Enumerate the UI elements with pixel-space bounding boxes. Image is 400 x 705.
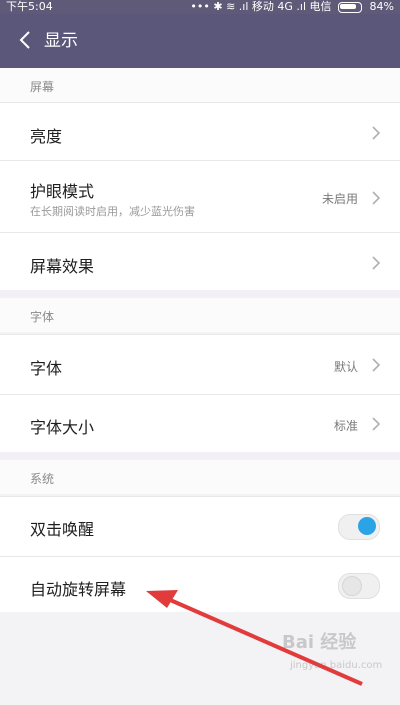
row-label: 自动旋转屏幕 bbox=[30, 580, 127, 599]
row-font-size[interactable]: 字体大小 标准 bbox=[0, 394, 400, 453]
row-value: 默认 bbox=[333, 360, 358, 374]
watermark: Bai 经验 jingyan.baidu.com bbox=[282, 628, 382, 688]
row-label: 亮度 bbox=[30, 127, 63, 146]
row-value: 标准 bbox=[333, 419, 358, 433]
auto-rotate-toggle[interactable] bbox=[338, 573, 380, 599]
battery-icon bbox=[337, 1, 362, 13]
chevron-right-icon bbox=[372, 417, 381, 431]
double-tap-wake-toggle[interactable] bbox=[338, 514, 380, 540]
row-label: 字体大小 bbox=[30, 418, 95, 437]
battery-level: 84% bbox=[369, 0, 394, 13]
app-header: 显示 bbox=[0, 14, 400, 68]
chevron-right-icon bbox=[372, 358, 381, 372]
back-icon[interactable] bbox=[14, 28, 38, 52]
row-eye-care[interactable]: 护眼模式 在长期阅读时启用，减少蓝光伤害 未启用 bbox=[0, 160, 400, 233]
section-gap bbox=[0, 452, 400, 460]
row-label: 护眼模式 bbox=[30, 182, 95, 201]
row-value: 未启用 bbox=[321, 192, 358, 206]
status-bar: 下午5:04 ••• ✱ ≋ .ıl 移动 4G .ıl 电信 84% bbox=[0, 0, 400, 14]
status-right: ••• ✱ ≋ .ıl 移动 4G .ıl 电信 84% bbox=[190, 0, 394, 14]
section-title: 系统 bbox=[30, 472, 55, 486]
row-font[interactable]: 字体 默认 bbox=[0, 334, 400, 395]
row-double-tap-wake[interactable]: 双击唤醒 bbox=[0, 496, 400, 557]
chevron-right-icon bbox=[372, 256, 381, 270]
row-screen-effect[interactable]: 屏幕效果 bbox=[0, 232, 400, 291]
toggle-knob bbox=[358, 517, 376, 535]
row-brightness[interactable]: 亮度 bbox=[0, 102, 400, 161]
section-header-font: 字体 bbox=[0, 298, 400, 332]
status-time: 下午5:04 bbox=[6, 0, 53, 13]
section-title: 字体 bbox=[30, 310, 55, 324]
row-label: 字体 bbox=[30, 359, 63, 378]
toggle-knob bbox=[342, 576, 362, 596]
row-label: 双击唤醒 bbox=[30, 520, 95, 539]
page-title: 显示 bbox=[44, 31, 78, 51]
section-header-screen: 屏幕 bbox=[0, 68, 400, 102]
section-gap bbox=[0, 290, 400, 298]
row-label: 屏幕效果 bbox=[30, 257, 95, 276]
chevron-right-icon bbox=[372, 191, 381, 205]
section-title: 屏幕 bbox=[30, 80, 55, 94]
chevron-right-icon bbox=[372, 126, 381, 140]
watermark-url: jingyan.baidu.com bbox=[290, 660, 383, 671]
section-header-system: 系统 bbox=[0, 460, 400, 494]
row-auto-rotate[interactable]: 自动旋转屏幕 bbox=[0, 556, 400, 613]
status-network: ••• ✱ ≋ .ıl 移动 4G .ıl 电信 bbox=[190, 0, 332, 13]
row-sublabel: 在长期阅读时启用，减少蓝光伤害 bbox=[30, 205, 195, 218]
watermark-logo: Bai 经验 bbox=[282, 632, 357, 653]
